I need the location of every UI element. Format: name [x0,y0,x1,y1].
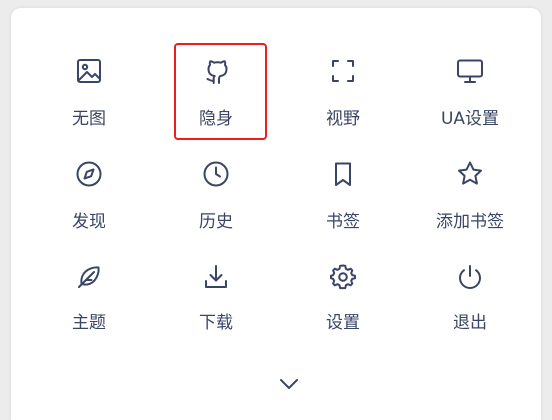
menu-item-no-image[interactable]: 无图 [26,8,152,129]
quick-menu-panel: 无图 隐身 视野 UA设置 发现 历史 书签 添加书签 主题 下载 设置 退出 [11,8,541,420]
menu-item-label: 主题 [72,313,106,333]
expand-button[interactable] [276,374,302,394]
menu-item-discover[interactable]: 发现 [26,109,152,232]
gear-icon [328,262,358,292]
star-icon [455,159,485,189]
menu-item-theme[interactable]: 主题 [26,211,152,333]
menu-item-label: 退出 [453,313,487,333]
menu-item-settings[interactable]: 设置 [280,211,406,333]
feather-icon [74,262,104,292]
menu-item-label: 下载 [199,313,233,333]
clock-icon [201,159,231,189]
menu-item-download[interactable]: 下载 [153,211,279,333]
monitor-icon [455,56,485,86]
power-icon [455,262,485,292]
menu-item-view[interactable]: 视野 [280,8,406,129]
download-icon [201,262,231,292]
highlight-box [174,43,267,140]
menu-item-label: 设置 [326,313,360,333]
bookmark-icon [328,159,358,189]
image-icon [74,56,104,86]
compass-icon [74,159,104,189]
menu-item-ua-settings[interactable]: UA设置 [407,8,533,129]
menu-item-add-bookmark[interactable]: 添加书签 [407,109,533,232]
menu-item-bookmarks[interactable]: 书签 [280,109,406,232]
menu-item-exit[interactable]: 退出 [407,211,533,333]
fullscreen-icon [328,56,358,86]
chevron-down-icon [276,374,302,394]
